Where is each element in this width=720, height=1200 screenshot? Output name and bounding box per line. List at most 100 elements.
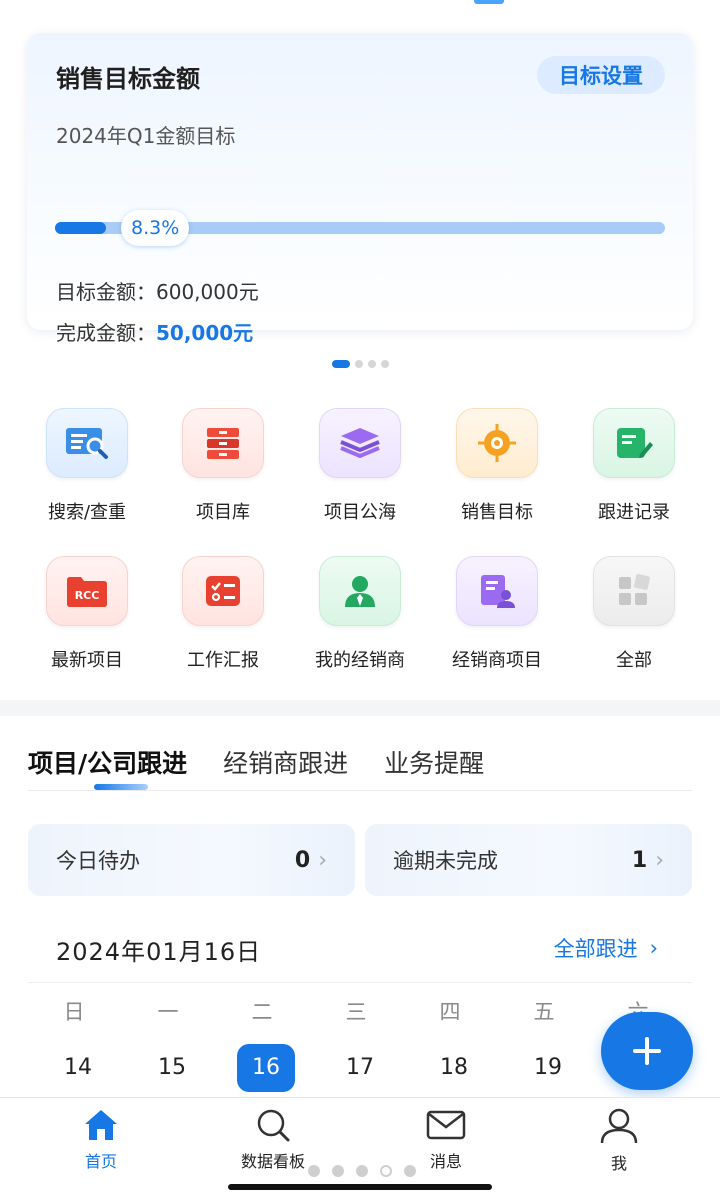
tabs-divider — [28, 790, 692, 791]
weekday-label: 三 — [345, 1000, 367, 1024]
weekday-label: 二 — [251, 1000, 273, 1024]
calendar-day[interactable]: 17 — [313, 1050, 407, 1086]
today-todo-card[interactable]: 今日待办 0 › — [28, 824, 355, 896]
carousel-pager — [0, 360, 720, 368]
dealer-doc-icon — [456, 556, 538, 626]
home-icon — [85, 1110, 117, 1140]
tab-project-company[interactable]: 项目/公司跟进 — [28, 744, 187, 780]
grid-item-search[interactable]: 搜索/查重 — [19, 408, 155, 524]
selected-day-bubble: 16 — [237, 1044, 295, 1092]
all-follow-link[interactable]: 全部跟进 › — [554, 933, 658, 963]
weekday-label: 四 — [439, 1000, 461, 1024]
nav-item-me[interactable]: 我 — [559, 1108, 679, 1174]
layers-icon — [319, 408, 401, 478]
search-icon — [257, 1109, 290, 1142]
all-follow-label: 全部跟进 — [553, 937, 638, 961]
mail-icon — [426, 1110, 466, 1140]
grid-item-follow-record[interactable]: 跟进记录 — [566, 408, 702, 524]
weekday-label: 五 — [533, 1000, 555, 1024]
overdue-card[interactable]: 逾期未完成 1 › — [365, 824, 692, 896]
pager-dot[interactable] — [367, 360, 376, 368]
current-date: 2024年01月16日 — [56, 938, 262, 966]
home-indicator — [228, 1184, 492, 1190]
page-dot — [332, 1165, 344, 1177]
card-subtitle: 2024年Q1金额目标 — [56, 124, 236, 148]
progress-fill — [55, 222, 106, 234]
nav-item-dashboard[interactable]: 数据看板 — [213, 1108, 333, 1172]
target-amount-label: 目标金额： — [56, 280, 156, 304]
grid-item-label: 销售目标 — [461, 502, 533, 523]
add-button[interactable] — [601, 1012, 693, 1090]
grid-item-all[interactable]: 全部 — [566, 556, 702, 672]
grid-item-label: 跟进记录 — [598, 502, 670, 523]
chevron-right-icon: › — [655, 847, 664, 873]
grid-item-label: 全部 — [616, 650, 652, 671]
page-dot — [356, 1165, 368, 1177]
nav-label: 首页 — [84, 1152, 117, 1171]
grid-item-work-report[interactable]: 工作汇报 — [155, 556, 291, 672]
dealer-person-icon — [319, 556, 401, 626]
done-amount-value: 50,000元 — [156, 321, 254, 345]
grid-item-label: 项目公海 — [324, 502, 396, 523]
overdue-count: 1 — [631, 847, 648, 873]
progress-percentage: 8.3% — [121, 210, 190, 246]
all-apps-icon — [593, 556, 675, 626]
calendar-day[interactable]: 15 — [125, 1050, 219, 1086]
top-scroll-indicator — [474, 0, 504, 4]
chevron-right-icon: › — [649, 936, 658, 960]
date-divider — [28, 982, 692, 983]
pager-dot[interactable] — [354, 360, 363, 368]
calendar-day-selected[interactable]: 16 — [219, 1044, 313, 1092]
chevron-right-icon: › — [318, 847, 327, 873]
grid-item-sales-target[interactable]: 销售目标 — [429, 408, 565, 524]
grid-item-latest-projects[interactable]: RCC 最新项目 — [19, 556, 155, 672]
grid-item-project-pool[interactable]: 项目公海 — [292, 408, 428, 524]
calendar-day[interactable]: 18 — [407, 1050, 501, 1086]
grid-item-label: 最新项目 — [51, 650, 123, 671]
sales-target-card[interactable]: 销售目标金额 目标设置 2024年Q1金额目标 8.3% 目标金额： 600,0… — [27, 33, 693, 345]
card-title: 销售目标金额 — [56, 65, 200, 93]
rcc-folder-icon: RCC — [46, 556, 128, 626]
page-dot — [308, 1165, 320, 1177]
nav-item-home[interactable]: 首页 — [41, 1108, 161, 1172]
nav-label: 我 — [610, 1154, 627, 1173]
calendar-day[interactable]: 19 — [501, 1050, 595, 1086]
tab-business-reminder[interactable]: 业务提醒 — [384, 744, 484, 780]
section-divider — [0, 700, 720, 716]
grid-item-label: 工作汇报 — [187, 650, 259, 671]
weekday-label: 一 — [157, 1000, 179, 1024]
nav-item-messages[interactable]: 消息 — [386, 1108, 506, 1172]
today-todo-label: 今日待办 — [56, 849, 140, 873]
search-report-icon — [46, 408, 128, 478]
pager-dot[interactable] — [380, 360, 389, 368]
grid-item-label: 我的经销商 — [315, 650, 405, 671]
target-amount-value: 600,000元 — [156, 280, 259, 304]
tab-dealer[interactable]: 经销商跟进 — [223, 744, 348, 780]
today-todo-count: 0 — [294, 847, 311, 873]
done-amount-row: 完成金额： 50,000元 — [56, 317, 253, 346]
target-amount-row: 目标金额： 600,000元 — [56, 276, 259, 305]
drawer-cabinet-icon — [182, 408, 264, 478]
calendar-day[interactable]: 14 — [31, 1050, 125, 1086]
overdue-label: 逾期未完成 — [393, 849, 498, 873]
user-icon — [600, 1108, 638, 1144]
svg-text:RCC: RCC — [75, 589, 100, 602]
grid-item-label: 项目库 — [196, 502, 250, 523]
page-dot-current — [380, 1165, 392, 1177]
checklist-icon — [182, 556, 264, 626]
target-icon — [456, 408, 538, 478]
grid-item-my-dealers[interactable]: 我的经销商 — [292, 556, 428, 672]
grid-item-project-library[interactable]: 项目库 — [155, 408, 291, 524]
target-setting-button[interactable]: 目标设置 — [537, 56, 665, 94]
done-amount-label: 完成金额： — [56, 321, 156, 345]
nav-label: 数据看板 — [240, 1152, 305, 1171]
note-edit-icon — [593, 408, 675, 478]
grid-item-label: 搜索/查重 — [47, 502, 127, 523]
plus-icon — [633, 1037, 661, 1065]
grid-item-dealer-projects[interactable]: 经销商项目 — [429, 556, 565, 672]
grid-item-label: 经销商项目 — [452, 650, 542, 671]
page-indicator-dots — [308, 1165, 416, 1177]
nav-label: 消息 — [429, 1152, 462, 1171]
pager-dot-active[interactable] — [331, 360, 350, 368]
follow-tabs: 项目/公司跟进 经销商跟进 业务提醒 — [28, 744, 484, 780]
